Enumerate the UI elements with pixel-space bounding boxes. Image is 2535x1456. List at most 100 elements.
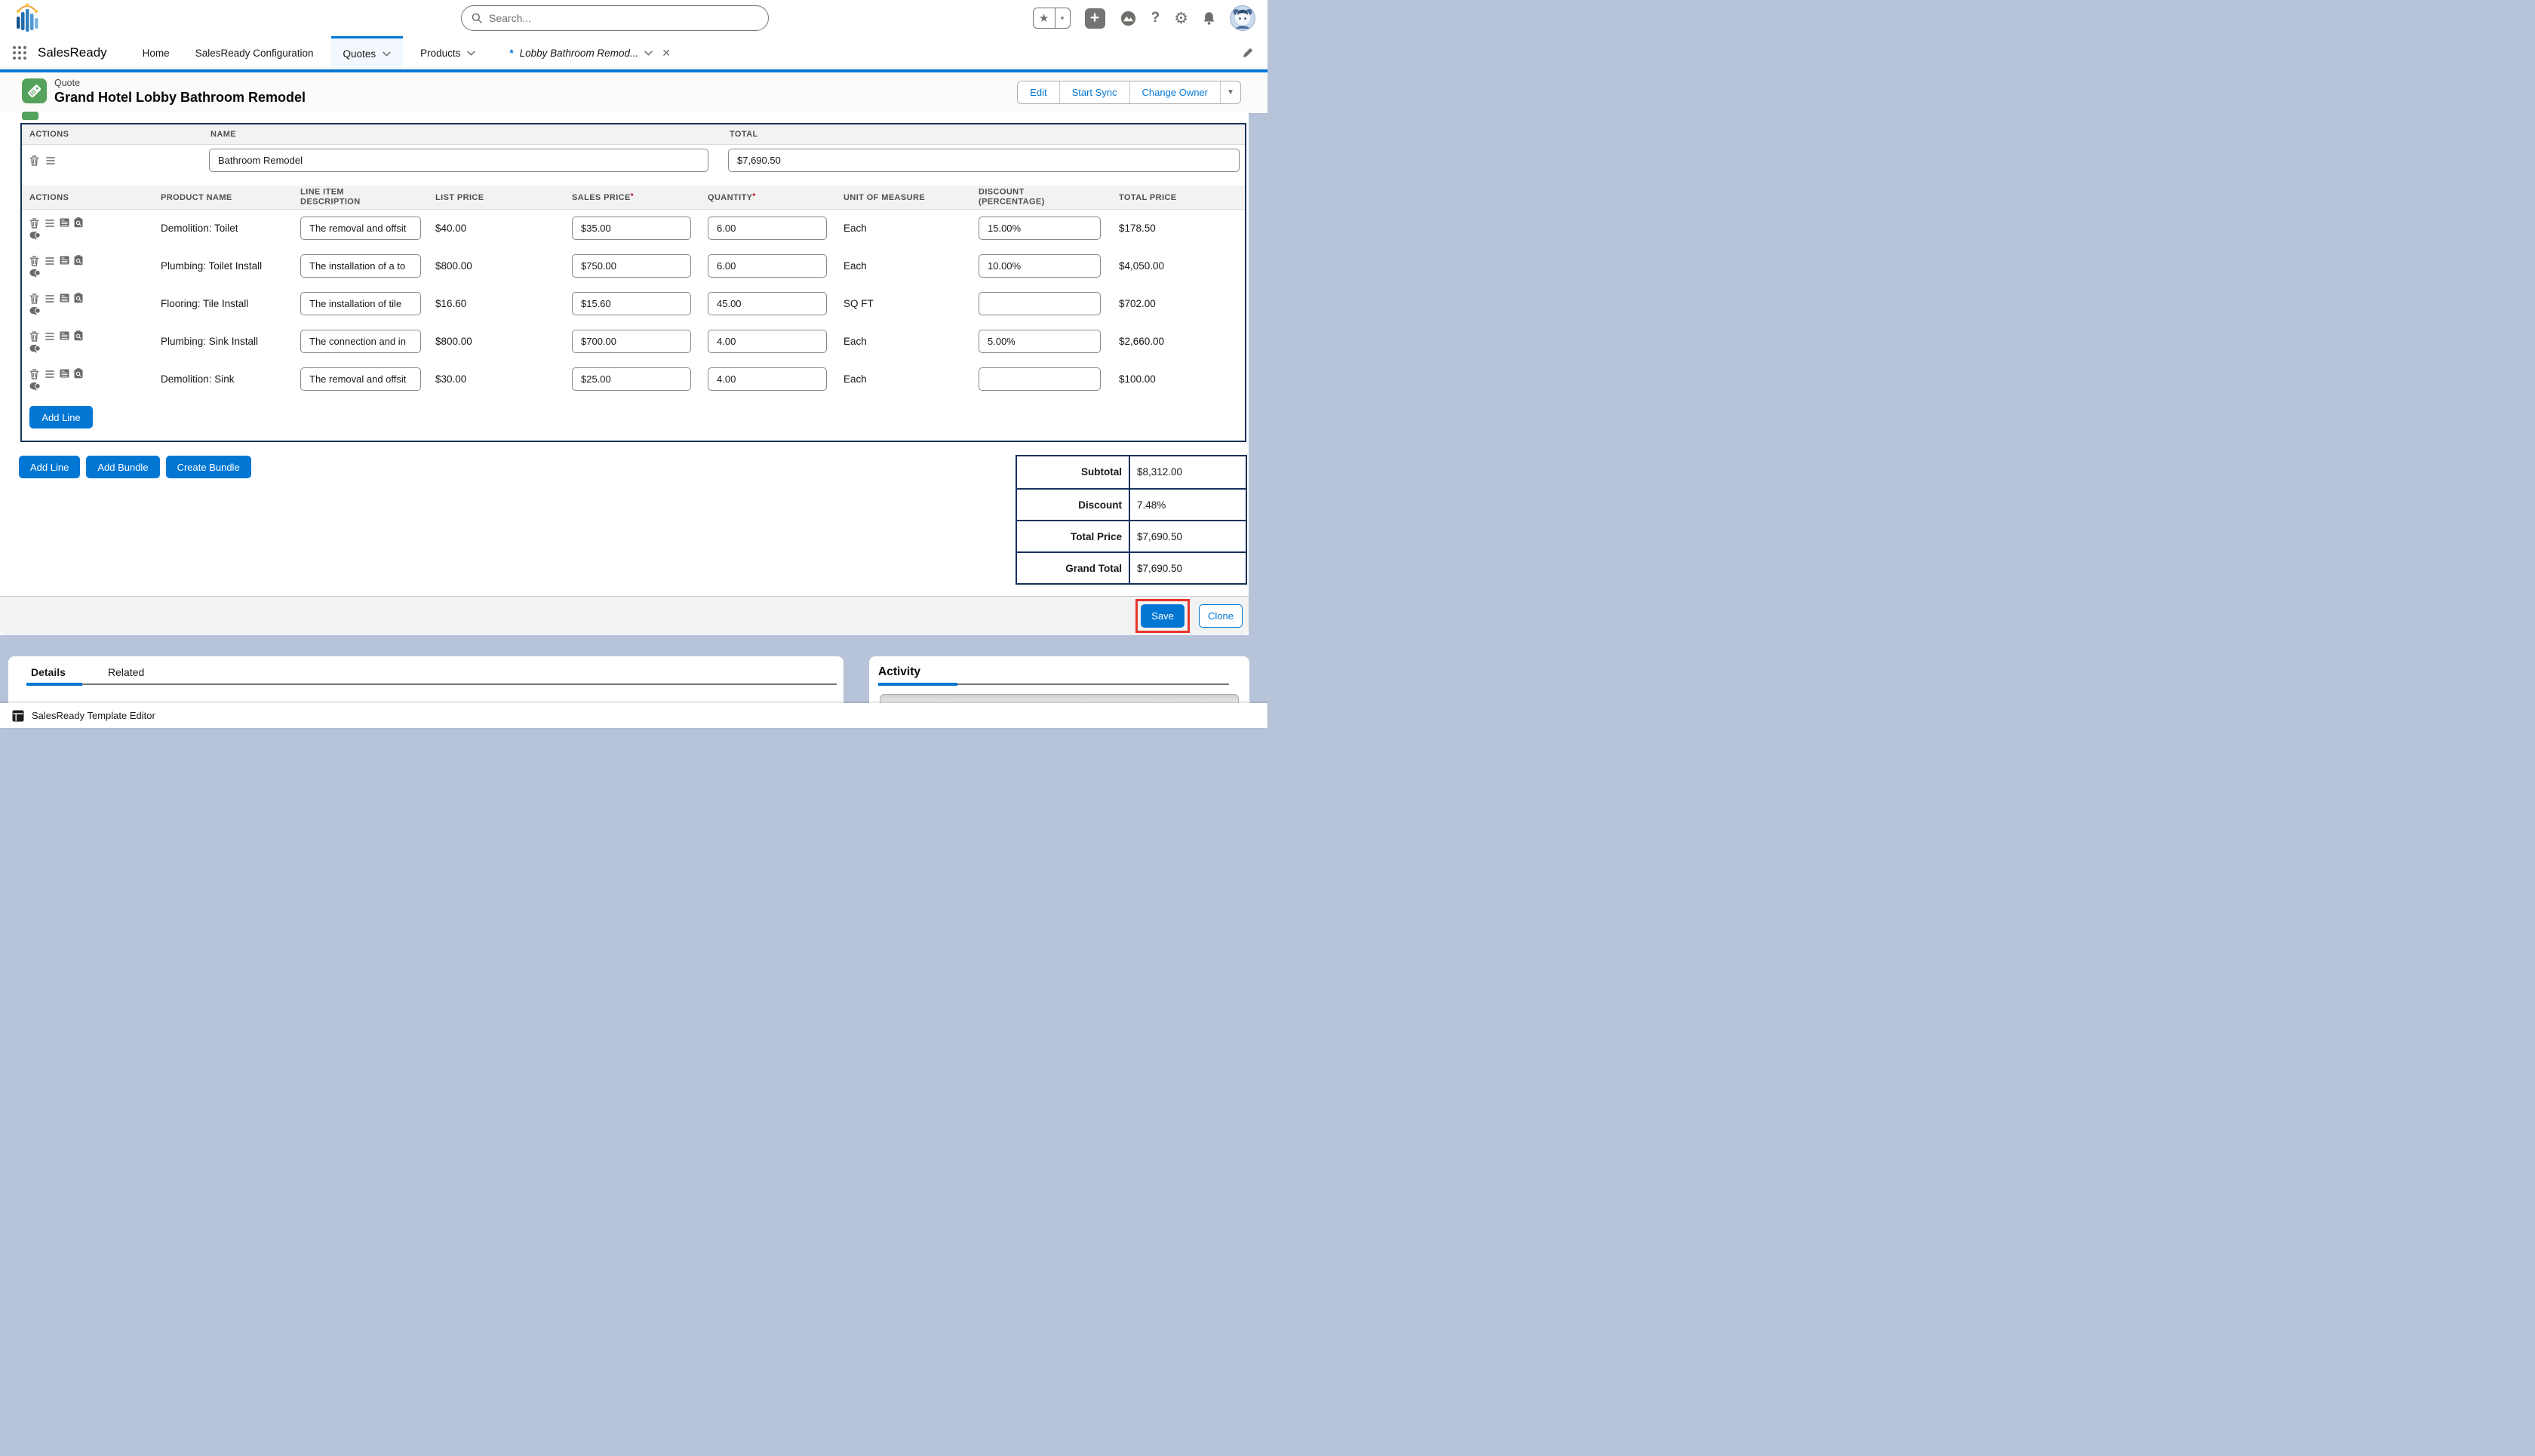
tab-divider: [26, 683, 837, 685]
quantity-input[interactable]: [708, 330, 827, 353]
add-bundle-button[interactable]: Add Bundle: [86, 456, 159, 478]
nav-item-quotes[interactable]: Quotes: [331, 36, 404, 69]
change-owner-button[interactable]: Change Owner: [1129, 81, 1220, 103]
line-comments-icon[interactable]: [29, 382, 41, 392]
line-menu-icon[interactable]: [45, 220, 54, 227]
delete-line-trash-icon[interactable]: [29, 293, 39, 304]
line-clipboard-search-icon[interactable]: [74, 368, 83, 379]
group-table-header: Actions Name Total: [22, 124, 1245, 145]
line-clipboard-search-icon[interactable]: [74, 293, 83, 303]
line-clipboard-search-icon[interactable]: [74, 330, 83, 341]
nav-item-salesready-configuration[interactable]: SalesReady Configuration: [195, 48, 314, 59]
active-tab-underline: [878, 683, 957, 686]
line-items-header: Actions Product Name Line Item Descripti…: [22, 186, 1245, 210]
description-input[interactable]: [300, 292, 421, 315]
help-icon[interactable]: ?: [1151, 10, 1160, 26]
line-menu-icon[interactable]: [45, 370, 54, 378]
app-navigation: SalesReady Home SalesReady Configuration…: [0, 36, 1268, 69]
quantity-input[interactable]: [708, 367, 827, 391]
sales-price-input[interactable]: [572, 292, 691, 315]
delete-group-trash-icon[interactable]: [29, 155, 39, 166]
col-quantity: Quantity*: [708, 186, 756, 210]
line-comments-icon[interactable]: [29, 232, 41, 241]
clone-button[interactable]: Clone: [1199, 604, 1243, 628]
line-clipboard-search-icon[interactable]: [74, 255, 83, 266]
list-price: $800.00: [435, 323, 472, 361]
description-input[interactable]: [300, 367, 421, 391]
workspace-tab-lobby-bathroom-remodel[interactable]: * Lobby Bathroom Remod... ✕: [509, 36, 671, 69]
line-note-icon[interactable]: [60, 256, 69, 265]
summary-row-discount: Discount 7.48%: [1017, 488, 1246, 520]
total-price: $2,660.00: [1119, 323, 1164, 361]
line-note-icon[interactable]: [60, 293, 69, 303]
discount-input[interactable]: [979, 217, 1101, 240]
start-sync-button[interactable]: Start Sync: [1059, 81, 1129, 103]
group-total-input[interactable]: [728, 149, 1240, 172]
active-tab-underline: [26, 683, 82, 686]
sales-price-input[interactable]: [572, 254, 691, 278]
description-input[interactable]: [300, 330, 421, 353]
description-input[interactable]: [300, 217, 421, 240]
chevron-down-icon: [383, 51, 391, 57]
create-bundle-button[interactable]: Create Bundle: [166, 456, 251, 478]
product-name: Demolition: Toilet: [161, 210, 238, 247]
discount-input[interactable]: [979, 292, 1101, 315]
discount-input[interactable]: [979, 254, 1101, 278]
chevron-down-icon[interactable]: [644, 51, 653, 56]
quantity-input[interactable]: [708, 217, 827, 240]
user-avatar[interactable]: [1230, 5, 1255, 31]
search-icon: [472, 13, 482, 23]
search-input[interactable]: [489, 12, 768, 24]
line-clipboard-search-icon[interactable]: [74, 217, 83, 228]
sales-price-input[interactable]: [572, 330, 691, 353]
discount-input[interactable]: [979, 330, 1101, 353]
summary-row-total-price: Total Price $7,690.50: [1017, 520, 1246, 551]
quantity-input[interactable]: [708, 254, 827, 278]
global-actions-plus-icon[interactable]: +: [1085, 8, 1105, 29]
quantity-input[interactable]: [708, 292, 827, 315]
trailhead-icon[interactable]: [1120, 11, 1137, 26]
group-name-input[interactable]: [209, 149, 708, 172]
line-note-icon[interactable]: [60, 331, 69, 340]
sales-price-input[interactable]: [572, 217, 691, 240]
details-panel: Details Related: [8, 656, 843, 703]
discount-input[interactable]: [979, 367, 1101, 391]
tab-related[interactable]: Related: [108, 666, 144, 678]
save-button[interactable]: Save: [1141, 604, 1185, 628]
description-input[interactable]: [300, 254, 421, 278]
group-menu-icon[interactable]: [46, 157, 55, 164]
utility-item-template-editor[interactable]: SalesReady Template Editor: [32, 710, 155, 721]
add-line-button[interactable]: Add Line: [19, 456, 80, 478]
line-comments-icon[interactable]: [29, 345, 41, 355]
nav-item-home[interactable]: Home: [143, 48, 170, 59]
sales-price-input[interactable]: [572, 367, 691, 391]
line-note-icon[interactable]: [60, 369, 69, 378]
favorites-button[interactable]: ★ ▾: [1033, 8, 1071, 29]
delete-line-trash-icon[interactable]: [29, 331, 39, 342]
notifications-bell-icon[interactable]: [1203, 11, 1215, 25]
app-launcher-waffle-icon[interactable]: [12, 45, 27, 60]
delete-line-trash-icon[interactable]: [29, 369, 39, 379]
nav-item-products[interactable]: Products: [420, 48, 475, 59]
total-price: $100.00: [1119, 361, 1156, 398]
line-menu-icon[interactable]: [45, 257, 54, 265]
star-icon[interactable]: ★: [1034, 8, 1055, 28]
line-menu-icon[interactable]: [45, 333, 54, 340]
edit-button[interactable]: Edit: [1018, 81, 1059, 103]
global-search[interactable]: [461, 5, 769, 31]
favorites-dropdown-icon[interactable]: ▾: [1055, 8, 1070, 28]
tab-details[interactable]: Details: [31, 666, 66, 678]
delete-line-trash-icon[interactable]: [29, 256, 39, 266]
line-comments-icon[interactable]: [29, 307, 41, 317]
add-line-button[interactable]: Add Line: [29, 406, 93, 429]
col-discount-percentage: Discount (Percentage): [979, 187, 1075, 208]
line-note-icon[interactable]: [60, 218, 69, 227]
edit-page-pencil-icon[interactable]: [1242, 47, 1254, 59]
delete-line-trash-icon[interactable]: [29, 218, 39, 229]
line-menu-icon[interactable]: [45, 295, 54, 303]
unit-of-measure: Each: [843, 361, 867, 398]
close-tab-icon[interactable]: ✕: [662, 47, 671, 60]
line-comments-icon[interactable]: [29, 269, 41, 279]
more-actions-dropdown-icon[interactable]: ▼: [1220, 81, 1240, 103]
setup-gear-icon[interactable]: ⚙: [1174, 9, 1188, 28]
